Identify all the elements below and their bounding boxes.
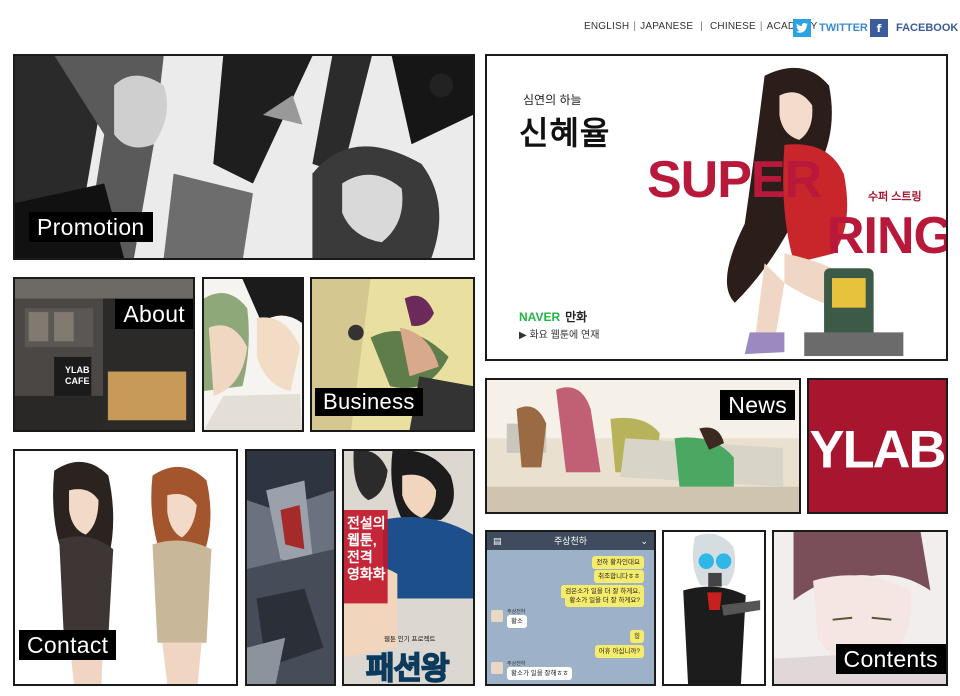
promotion-tile[interactable]: Promotion — [13, 54, 475, 260]
chat-bubble: 황소 — [507, 615, 527, 628]
webtoon-dark-tile[interactable] — [245, 449, 336, 686]
contents-label: Contents — [835, 644, 946, 674]
promotion-label: Promotion — [29, 212, 153, 242]
poster-logo: 패션왕 — [365, 650, 450, 686]
contents-tile[interactable]: Contents — [772, 530, 948, 686]
series-korean-title: 수퍼 스트링 — [868, 191, 922, 203]
about-tile[interactable]: YLAB CAFE About — [13, 277, 195, 432]
featured-webtoon-banner[interactable]: SUPER RING 수퍼 스트링 심연의 하늘 신혜율 NAVER 만화 ▶ 화… — [485, 54, 948, 361]
chat-bubble: 힝 — [630, 630, 644, 643]
webtoon-artwork — [204, 279, 302, 430]
lang-separator: | — [759, 21, 763, 32]
lang-japanese-link[interactable]: JAPANESE — [640, 21, 693, 32]
avatar — [491, 662, 503, 674]
series-title-art: SUPER — [647, 151, 822, 209]
webtoon-kiss-tile[interactable] — [202, 277, 304, 432]
webtoon-gasmask-tile[interactable] — [662, 530, 766, 686]
chat-bubble: 취조합니다ㅎㅎ — [594, 570, 644, 583]
contact-label: Contact — [19, 630, 117, 660]
business-label: Business — [315, 388, 423, 416]
menu-icon: ▤ — [493, 536, 502, 546]
naver-brand: NAVER 만화 — [519, 310, 588, 324]
about-label: About — [115, 299, 193, 329]
series-title-art: RING — [827, 207, 948, 265]
chat-bubble: 황소가 일을 잘해ㅎㅎ — [507, 667, 573, 680]
news-tile[interactable]: News — [485, 378, 801, 514]
contact-tile[interactable]: Contact — [13, 449, 238, 686]
ylab-logo-text: YLAB — [810, 421, 945, 479]
chat-header: ▤ 주상천하 ⌄ — [487, 532, 654, 550]
fashion-king-poster-tile[interactable]: 전설의 웹툰, 전격 영화화 웹툰 인기 프로젝트 패션왕 — [342, 449, 475, 686]
poster-title: 전설의 웹툰, 전격 영화화 — [347, 515, 386, 582]
lang-english-link[interactable]: ENGLISH — [584, 21, 629, 32]
feature-subtitle: 심연의 하늘 — [523, 93, 582, 107]
facebook-icon: f — [870, 19, 888, 37]
chat-sender-name: 주상전하 — [507, 661, 526, 667]
chat-bubble: 어휴 아십니까? — [594, 645, 644, 658]
facebook-link[interactable]: f FACEBOOK — [870, 19, 958, 37]
ylab-logo: YLAB — [809, 380, 946, 512]
chat-sender-name: 주상전하 — [507, 609, 526, 615]
twitter-label: TWITTER — [819, 22, 868, 34]
language-menu: ENGLISH|JAPANESE | CHINESE|ACADEMY — [584, 21, 818, 32]
facebook-label: FACEBOOK — [896, 22, 959, 34]
poster-subtitle: 웹툰 인기 프로젝트 — [384, 636, 436, 643]
ylab-logo-tile[interactable]: YLAB — [807, 378, 948, 514]
schedule-text: ▶ 화요 웹툰에 연재 — [519, 330, 600, 341]
lang-chinese-link[interactable]: CHINESE — [710, 21, 756, 32]
business-tile[interactable]: Business — [310, 277, 475, 432]
avatar — [491, 610, 503, 622]
chat-screenshot-tile[interactable]: ▤ 주상천하 ⌄ 전하 황차인대요 취조합니다ㅎㅎ 검은소가 일을 더 잘 하게… — [485, 530, 656, 686]
chat-bubble: 황소가 일을 더 잘 하게요? — [565, 594, 644, 607]
feature-author-title: 신혜율 — [519, 115, 611, 151]
news-label: News — [720, 390, 795, 420]
building-sign: YLAB CAFE — [65, 365, 90, 386]
chat-bubble: 전하 황차인대요 — [592, 556, 644, 569]
lang-separator: | — [633, 21, 637, 32]
chat-title: 주상천하 — [553, 536, 588, 546]
chevron-down-icon: ⌄ — [640, 536, 648, 546]
twitter-link[interactable]: TWITTER — [793, 19, 868, 37]
webtoon-artwork — [247, 451, 334, 684]
gasmask-artwork — [664, 532, 764, 684]
lang-separator: | — [697, 21, 706, 32]
twitter-icon — [793, 19, 811, 37]
